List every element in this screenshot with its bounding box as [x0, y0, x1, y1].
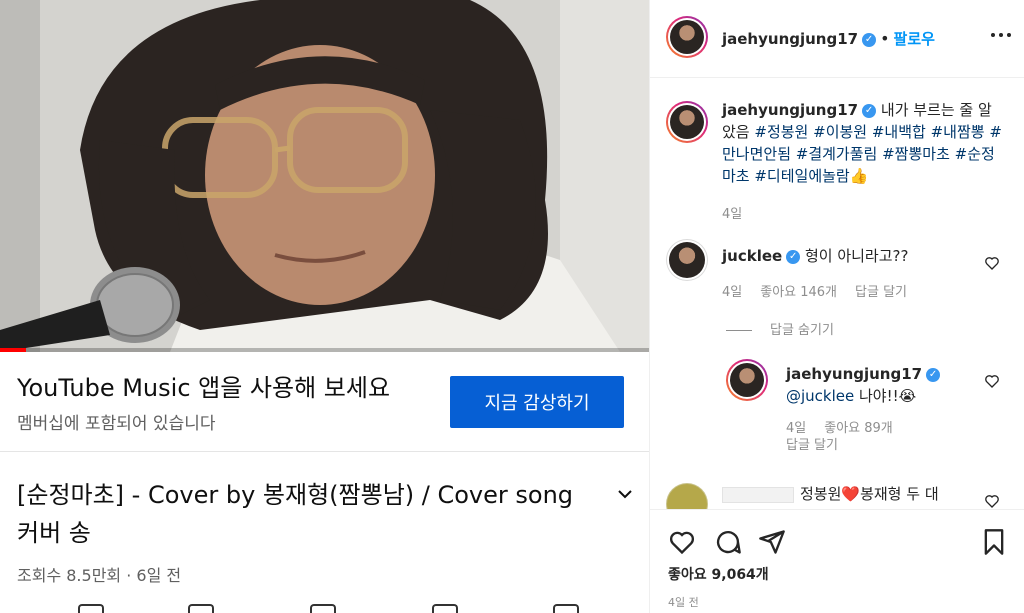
comment-item: jucklee ✓ 형이 아니라고?? 4일 좋아요 146개 답글 달기 [650, 239, 1024, 309]
comment-text: 형이 아니라고?? [804, 247, 909, 265]
video-thumbnail-image [0, 0, 649, 352]
video-meta: 조회수 8.5만회 · 6일 전 [17, 566, 182, 585]
post-header: jaehyungjung17 ✓ • 팔로우 [650, 0, 1024, 78]
promo-subtitle: 멤버십에 포함되어 있습니다 [17, 414, 216, 434]
comment-item: 정봉원❤️봉재형 두 대 [650, 483, 1024, 509]
avatar[interactable] [666, 239, 708, 281]
post-actions: 좋아요 9,064개 4일 전 [650, 509, 1024, 613]
verified-badge-icon: ✓ [786, 249, 801, 264]
share-icon[interactable] [758, 528, 786, 556]
bookmark-icon[interactable] [980, 528, 1008, 556]
heart-icon[interactable] [984, 373, 1000, 389]
heart-icon[interactable] [668, 528, 696, 556]
hidden-username [722, 487, 794, 503]
separator-dot: • [880, 29, 890, 48]
like-icon[interactable] [78, 604, 104, 613]
post-media[interactable]: YouTube Music 앱을 사용해 보세요 멤버십에 포함되어 있습니다 … [0, 0, 650, 613]
avatar[interactable] [666, 16, 708, 58]
verified-badge-icon: ✓ [926, 367, 941, 382]
post-age: 4일 전 [668, 596, 699, 609]
heart-icon[interactable] [984, 255, 1000, 271]
reply-item: jaehyungjung17 ✓ @jucklee 나야!!😭 4일 좋아요 89개… [650, 359, 1024, 453]
avatar[interactable] [726, 359, 768, 401]
header-user-row: jaehyungjung17 ✓ • 팔로우 [722, 28, 935, 49]
caption-age: 4일 [722, 207, 743, 222]
reply-text: 나야!!😭 [854, 387, 917, 405]
comments-list[interactable]: jaehyungjung17 ✓ 내가 부르는 줄 알았음 #정봉원 #이봉원 #… [650, 79, 1024, 509]
reply-username[interactable]: jaehyungjung17 [786, 365, 922, 383]
avatar[interactable] [666, 483, 708, 509]
video-action-icons-partial [0, 600, 649, 613]
post-caption: jaehyungjung17 ✓ 내가 부르는 줄 알았음 #정봉원 #이봉원 #… [650, 99, 1024, 224]
youtube-video-info: [순정마초] - Cover by 봉재형(짬뽕남) / Cover song … [0, 452, 649, 613]
more-options-icon[interactable] [990, 30, 1012, 40]
comment-text-block: jucklee ✓ 형이 아니라고?? [722, 245, 972, 267]
comment-meta: 4일 좋아요 146개 답글 달기 [722, 281, 925, 300]
post-side-panel: jaehyungjung17 ✓ • 팔로우 jaehyungjung17 ✓ 내가 부… [650, 0, 1024, 613]
comment-username[interactable]: jucklee [722, 247, 782, 265]
listen-now-button[interactable]: 지금 감상하기 [450, 376, 624, 428]
comment-text: 정봉원❤️봉재형 두 대 [800, 485, 939, 503]
avatar[interactable] [666, 101, 708, 143]
heart-icon[interactable] [984, 493, 1000, 509]
dislike-icon[interactable] [188, 604, 214, 613]
likes-count[interactable]: 좋아요 9,064개 [668, 564, 769, 584]
hide-replies-label: 답글 숨기기 [770, 323, 834, 338]
reply-mention[interactable]: @jucklee [786, 387, 854, 405]
follow-button[interactable]: 팔로우 [894, 30, 935, 48]
hide-replies-button[interactable]: 답글 숨기기 [726, 319, 834, 338]
instagram-post-modal: YouTube Music 앱을 사용해 보세요 멤버십에 포함되어 있습니다 … [0, 0, 1024, 613]
comment-age: 4일 [722, 285, 743, 300]
author-username[interactable]: jaehyungjung17 [722, 30, 858, 48]
save-icon[interactable] [553, 604, 579, 613]
verified-badge-icon: ✓ [862, 32, 877, 47]
reply-button[interactable]: 답글 달기 [786, 434, 838, 453]
reply-text-block: jaehyungjung17 ✓ @jucklee 나야!!😭 [786, 363, 986, 407]
share-icon[interactable] [310, 604, 336, 613]
download-icon[interactable] [432, 604, 458, 613]
hide-replies-line [726, 330, 752, 331]
caption-text-block: jaehyungjung17 ✓ 내가 부르는 줄 알았음 #정봉원 #이봉원 #… [722, 99, 1002, 187]
verified-badge-icon: ✓ [862, 103, 877, 118]
comment-icon[interactable] [714, 528, 742, 556]
reply-button[interactable]: 답글 달기 [855, 285, 907, 300]
video-title: [순정마초] - Cover by 봉재형(짬뽕남) / Cover song … [17, 481, 574, 547]
comment-likes[interactable]: 좋아요 146개 [760, 285, 837, 300]
youtube-music-promo: YouTube Music 앱을 사용해 보세요 멤버십에 포함되어 있습니다 … [0, 352, 649, 452]
chevron-down-icon[interactable] [613, 482, 637, 506]
caption-hashtags[interactable]: #정봉원 #이봉원 #내백합 #내짬뽕 #만나면안됨 #결계가풀림 #짬뽕마초 … [722, 123, 1002, 185]
promo-title: YouTube Music 앱을 사용해 보세요 [17, 374, 391, 402]
video-frame[interactable] [0, 0, 649, 352]
caption-username[interactable]: jaehyungjung17 [722, 101, 858, 119]
